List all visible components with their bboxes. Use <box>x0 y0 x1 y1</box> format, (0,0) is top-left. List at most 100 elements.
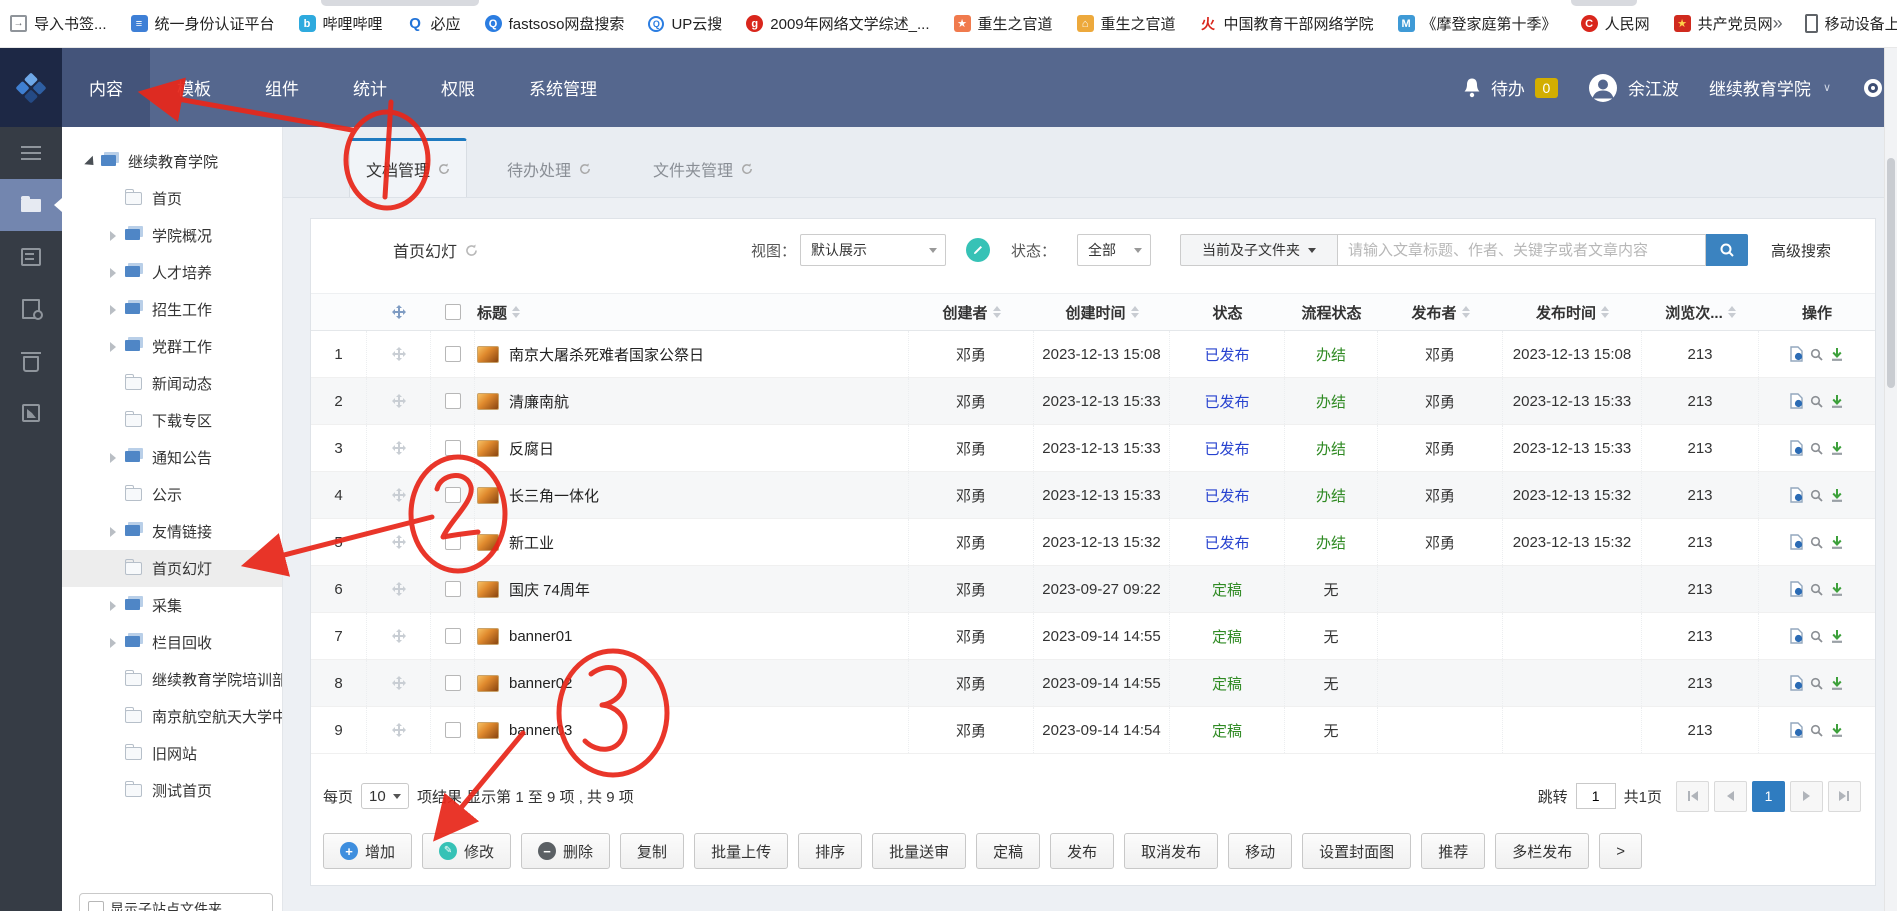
sort-icon[interactable] <box>1601 306 1609 318</box>
nav-menu-item[interactable]: 权限 <box>414 48 502 127</box>
tree-expand-icon[interactable] <box>108 600 120 612</box>
search-input[interactable] <box>1338 234 1706 266</box>
tree-expand-icon[interactable] <box>108 526 120 538</box>
avatar[interactable] <box>1588 73 1618 103</box>
bell-icon[interactable] <box>1463 77 1481 98</box>
bookmark[interactable]: 重生之官道 <box>953 13 1053 34</box>
toolbar-button[interactable]: 删除 <box>521 833 611 869</box>
refresh-icon[interactable] <box>438 163 450 175</box>
mobile-bookmarks[interactable]: 移动设备上的书签 <box>1804 13 1897 34</box>
header-views[interactable]: 浏览次... <box>1642 294 1759 330</box>
preview-doc-icon[interactable] <box>1790 487 1803 503</box>
tree-expand-icon[interactable] <box>108 230 120 242</box>
row-checkbox[interactable] <box>444 440 461 456</box>
user-name[interactable]: 余江波 <box>1628 75 1679 100</box>
tree-item[interactable]: 旧网站 <box>62 735 282 772</box>
checkbox[interactable] <box>88 901 104 911</box>
download-icon[interactable] <box>1830 535 1844 550</box>
view-select[interactable]: 默认展示 <box>800 234 946 266</box>
bookmark[interactable]: 统一身份认证平台 <box>130 13 275 34</box>
rail-item[interactable] <box>0 179 62 231</box>
nav-menu-item[interactable]: 模板 <box>150 48 238 127</box>
tree-expand-icon[interactable] <box>108 489 120 501</box>
rail-item[interactable] <box>0 387 62 439</box>
refresh-icon[interactable] <box>579 163 591 175</box>
move-all-icon[interactable] <box>367 294 431 330</box>
bookmark[interactable]: 《摩登家庭第十季》 <box>1397 13 1557 34</box>
table-row[interactable]: 9 banner03 邓勇 2023-09-14 14:54 定稿 无 213 <box>311 707 1875 754</box>
tree-item[interactable]: 首页 <box>62 180 282 217</box>
edit-view-icon[interactable] <box>966 238 990 262</box>
table-row[interactable]: 8 banner02 邓勇 2023-09-14 14:55 定稿 无 213 <box>311 660 1875 707</box>
tree-item[interactable]: 南京航空航天大学中外合作 <box>62 698 282 735</box>
tree-expand-icon[interactable] <box>108 563 120 575</box>
select-all-checkbox[interactable] <box>445 304 461 320</box>
tree-item[interactable]: 继续教育学院 <box>62 143 282 180</box>
bookmark[interactable]: UP云搜 <box>648 13 722 34</box>
chevron-down-icon[interactable]: ∨ <box>1823 81 1831 94</box>
bookmark[interactable]: 哔哩哔哩 <box>298 13 383 34</box>
document-title[interactable]: banner02 <box>509 675 572 692</box>
toolbar-button[interactable]: 复制 <box>620 833 685 869</box>
drag-move-icon[interactable] <box>367 425 431 471</box>
bookmark[interactable]: 中国教育干部网络学院 <box>1200 13 1374 34</box>
page-scrollbar[interactable] <box>1884 48 1897 911</box>
nav-menu-item[interactable]: 组件 <box>238 48 326 127</box>
drag-move-icon[interactable] <box>367 378 431 424</box>
tree-item[interactable]: 测试首页 <box>62 772 282 809</box>
bookmark[interactable]: 导入书签... <box>10 13 107 34</box>
drag-move-icon[interactable] <box>367 472 431 518</box>
search-scope-dropdown[interactable]: 当前及子文件夹 <box>1180 234 1338 266</box>
advanced-search-link[interactable]: 高级搜索 <box>1771 233 1831 267</box>
view-magnifier-icon[interactable] <box>1810 677 1823 690</box>
sort-icon[interactable] <box>1727 306 1736 318</box>
preview-doc-icon[interactable] <box>1790 440 1803 456</box>
download-icon[interactable] <box>1830 582 1844 597</box>
toolbar-button[interactable]: 多栏发布 <box>1495 833 1590 869</box>
preview-doc-icon[interactable] <box>1790 628 1803 644</box>
bookmark[interactable]: fastsoso网盘搜索 <box>484 13 624 34</box>
preview-doc-icon[interactable] <box>1790 581 1803 597</box>
refresh-icon[interactable] <box>741 163 753 175</box>
document-title[interactable]: 长三角一体化 <box>509 485 599 506</box>
rail-item[interactable] <box>0 231 62 283</box>
download-icon[interactable] <box>1830 394 1844 409</box>
toolbar-button[interactable]: 移动 <box>1228 833 1293 869</box>
view-magnifier-icon[interactable] <box>1810 536 1823 549</box>
app-logo[interactable] <box>0 48 62 127</box>
document-title[interactable]: banner01 <box>509 628 572 645</box>
tree-item[interactable]: 采集 <box>62 587 282 624</box>
table-row[interactable]: 5 新工业 邓勇 2023-12-13 15:32 已发布 办结 邓勇 2023… <box>311 519 1875 566</box>
drag-move-icon[interactable] <box>367 331 431 377</box>
tree-expand-icon[interactable] <box>108 711 120 723</box>
nav-menu-item[interactable]: 统计 <box>326 48 414 127</box>
site-name[interactable]: 继续教育学院 <box>1709 75 1811 100</box>
rail-item[interactable] <box>0 127 62 179</box>
header-creator[interactable]: 创建者 <box>909 294 1034 330</box>
tab[interactable]: 文件夹管理 <box>631 141 775 197</box>
tree-item[interactable]: 新闻动态 <box>62 365 282 402</box>
last-page-button[interactable] <box>1828 780 1861 812</box>
status-select[interactable]: 全部 <box>1077 234 1151 266</box>
preview-doc-icon[interactable] <box>1790 346 1803 362</box>
row-checkbox[interactable] <box>444 722 461 738</box>
view-magnifier-icon[interactable] <box>1810 489 1823 502</box>
header-title[interactable]: 标题 <box>475 294 909 330</box>
view-magnifier-icon[interactable] <box>1810 442 1823 455</box>
document-title[interactable]: 清廉南航 <box>509 391 569 412</box>
sort-icon[interactable] <box>1130 306 1139 318</box>
row-checkbox[interactable] <box>444 393 461 409</box>
search-button[interactable] <box>1706 234 1748 266</box>
tree-expand-icon[interactable] <box>108 378 120 390</box>
refresh-icon[interactable] <box>465 244 478 257</box>
row-checkbox[interactable] <box>444 675 461 691</box>
table-row[interactable]: 4 长三角一体化 邓勇 2023-12-13 15:33 已发布 办结 邓勇 2… <box>311 472 1875 519</box>
toolbar-button[interactable]: 批量上传 <box>694 833 789 869</box>
scrollbar-thumb[interactable] <box>1887 158 1895 388</box>
tree-expand-icon[interactable] <box>108 785 120 797</box>
table-row[interactable]: 3 反腐日 邓勇 2023-12-13 15:33 已发布 办结 邓勇 2023… <box>311 425 1875 472</box>
view-magnifier-icon[interactable] <box>1810 348 1823 361</box>
todo-label[interactable]: 待办 <box>1491 75 1525 100</box>
show-subsite-folders-option[interactable]: 显示子站点文件夹 <box>79 893 273 911</box>
tree-item[interactable]: 学院概况 <box>62 217 282 254</box>
